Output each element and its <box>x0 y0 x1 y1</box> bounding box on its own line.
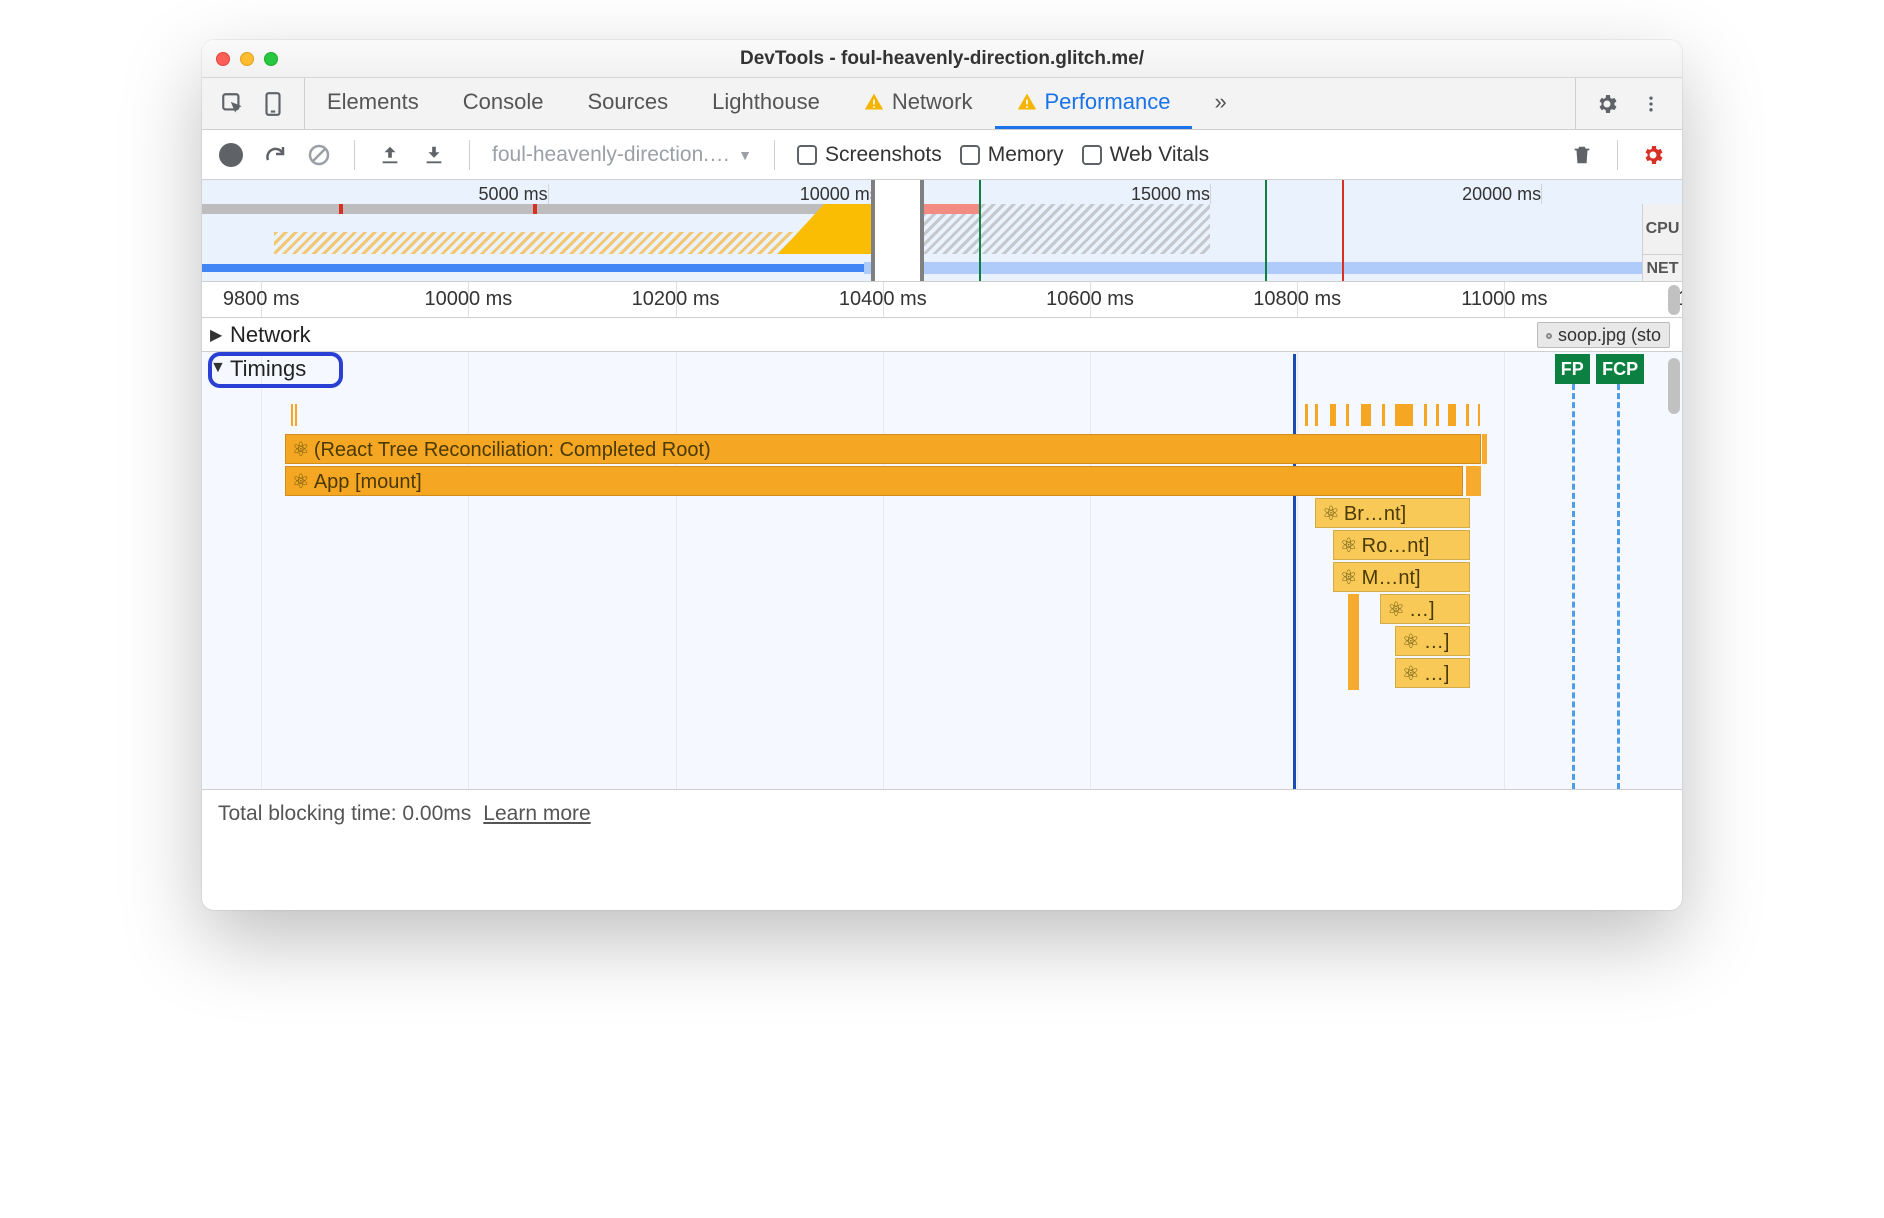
flame-ellipsis-1[interactable]: ⚛…] <box>1380 594 1470 624</box>
react-atom-icon: ⚛ <box>1402 631 1420 653</box>
tab-lighthouse[interactable]: Lighthouse <box>690 78 842 129</box>
react-atom-icon: ⚛ <box>1387 599 1405 621</box>
flame-ellipsis-3[interactable]: ⚛…] <box>1395 658 1470 688</box>
divider <box>354 140 355 170</box>
flame-app-mount[interactable]: ⚛App [mount] <box>285 466 1463 496</box>
warning-icon <box>864 92 884 112</box>
chevron-right-icon: ▶ <box>210 325 222 345</box>
overview-viewport[interactable] <box>871 180 924 281</box>
kebab-menu-icon[interactable] <box>1638 91 1664 117</box>
screenshots-checkbox[interactable]: Screenshots <box>797 143 942 167</box>
perf-toolbar: foul-heavenly-direction.… ▼ Screenshots … <box>202 130 1682 180</box>
overview-net-label: NET <box>1642 254 1682 282</box>
fp-line <box>1572 384 1575 789</box>
tab-label: Console <box>463 89 544 115</box>
flame-br[interactable]: ⚛Br…nt] <box>1315 498 1470 528</box>
ruler-tick: 11000 ms <box>1461 288 1547 311</box>
fcp-line <box>1617 384 1620 789</box>
warning-icon <box>1017 92 1037 112</box>
overview-minimap[interactable]: 5000 ms 10000 ms 15000 ms 20000 ms CPU <box>202 180 1682 282</box>
react-atom-icon: ⚛ <box>1322 503 1340 525</box>
close-icon[interactable] <box>216 52 230 66</box>
tab-label: Sources <box>587 89 668 115</box>
selection-line <box>1293 354 1296 789</box>
record-button[interactable] <box>218 142 244 168</box>
maximize-icon[interactable] <box>264 52 278 66</box>
scrollbar-thumb[interactable] <box>1668 285 1680 315</box>
flame-chart[interactable]: ▶ Network soop.jpg (sto ▼ Timings FP FCP <box>202 318 1682 790</box>
react-atom-icon: ⚛ <box>1402 663 1420 685</box>
upload-profile-button[interactable] <box>377 142 403 168</box>
checkbox-icon <box>960 145 980 165</box>
checkbox-label: Web Vitals <box>1110 143 1210 167</box>
flame-ro[interactable]: ⚛Ro…nt] <box>1333 530 1471 560</box>
fcp-marker[interactable]: FCP <box>1596 354 1644 384</box>
window-controls <box>216 52 278 66</box>
network-item[interactable]: soop.jpg (sto <box>1537 322 1670 348</box>
tbt-label: Total blocking time: 0.00ms <box>218 802 471 826</box>
summary-footer: Total blocking time: 0.00ms Learn more <box>202 790 1682 838</box>
devtools-window: DevTools - foul-heavenly-direction.glitc… <box>202 40 1682 910</box>
profile-selector[interactable]: foul-heavenly-direction.… ▼ <box>492 143 752 167</box>
react-atom-icon: ⚛ <box>292 439 310 461</box>
capture-settings-gear-icon[interactable] <box>1640 142 1666 168</box>
tab-console[interactable]: Console <box>441 78 566 129</box>
inspect-icon[interactable] <box>220 91 246 117</box>
learn-more-link[interactable]: Learn more <box>483 802 590 826</box>
web-vitals-checkbox[interactable]: Web Vitals <box>1082 143 1210 167</box>
settings-gear-icon[interactable] <box>1594 91 1620 117</box>
checkbox-icon <box>1082 145 1102 165</box>
ruler-tick: 10000 ms <box>424 288 512 311</box>
timings-track: FP FCP <box>202 354 1682 789</box>
reload-record-button[interactable] <box>262 142 288 168</box>
network-track-header[interactable]: ▶ Network soop.jpg (sto <box>202 318 1682 352</box>
tab-network[interactable]: Network <box>842 78 995 129</box>
checkbox-label: Memory <box>988 143 1064 167</box>
collect-garbage-button[interactable] <box>1569 142 1595 168</box>
device-toggle-icon[interactable] <box>260 91 286 117</box>
overflow-label: » <box>1214 89 1226 115</box>
checkbox-icon <box>797 145 817 165</box>
overview-tick: 5000 ms <box>479 184 548 205</box>
overview-cpu-label: CPU <box>1642 204 1682 254</box>
ruler-tick: 10800 ms <box>1253 288 1341 311</box>
minimize-icon[interactable] <box>240 52 254 66</box>
divider <box>469 140 470 170</box>
tab-label: Elements <box>327 89 419 115</box>
divider <box>774 140 775 170</box>
tab-label: Lighthouse <box>712 89 820 115</box>
checkbox-label: Screenshots <box>825 143 942 167</box>
timeline-ruler[interactable]: 9800 ms 10000 ms 10200 ms 10400 ms 10600… <box>202 282 1682 318</box>
react-atom-icon: ⚛ <box>1340 535 1358 557</box>
tab-label: Network <box>892 89 973 115</box>
flame-ellipsis-2[interactable]: ⚛…] <box>1395 626 1470 656</box>
tabs-overflow[interactable]: » <box>1192 78 1248 129</box>
flame-react-root[interactable]: ⚛(React Tree Reconciliation: Completed R… <box>285 434 1481 464</box>
tab-performance[interactable]: Performance <box>995 78 1193 129</box>
profile-selector-label: foul-heavenly-direction.… <box>492 143 730 167</box>
tab-elements[interactable]: Elements <box>305 78 441 129</box>
react-atom-icon: ⚛ <box>292 471 310 493</box>
tab-label: Performance <box>1045 89 1171 115</box>
ruler-tick: 9800 ms <box>223 288 300 311</box>
window-title: DevTools - foul-heavenly-direction.glitc… <box>202 48 1682 70</box>
tab-sources[interactable]: Sources <box>565 78 690 129</box>
clear-button[interactable] <box>306 142 332 168</box>
react-atom-icon: ⚛ <box>1340 567 1358 589</box>
scrollbar-thumb[interactable] <box>1668 358 1680 414</box>
chevron-down-icon: ▼ <box>738 147 752 163</box>
ruler-tick: 10200 ms <box>632 288 720 311</box>
titlebar: DevTools - foul-heavenly-direction.glitc… <box>202 40 1682 78</box>
divider <box>1617 140 1618 170</box>
track-label: Network <box>230 322 311 348</box>
download-profile-button[interactable] <box>421 142 447 168</box>
flame-m[interactable]: ⚛M…nt] <box>1333 562 1471 592</box>
ruler-tick: 10600 ms <box>1046 288 1134 311</box>
panel-tabs: Elements Console Sources Lighthouse Netw… <box>202 78 1682 130</box>
fp-marker[interactable]: FP <box>1555 354 1590 384</box>
ruler-tick: 10400 ms <box>839 288 927 311</box>
memory-checkbox[interactable]: Memory <box>960 143 1064 167</box>
overview-tick: 10000 ms <box>800 184 879 205</box>
